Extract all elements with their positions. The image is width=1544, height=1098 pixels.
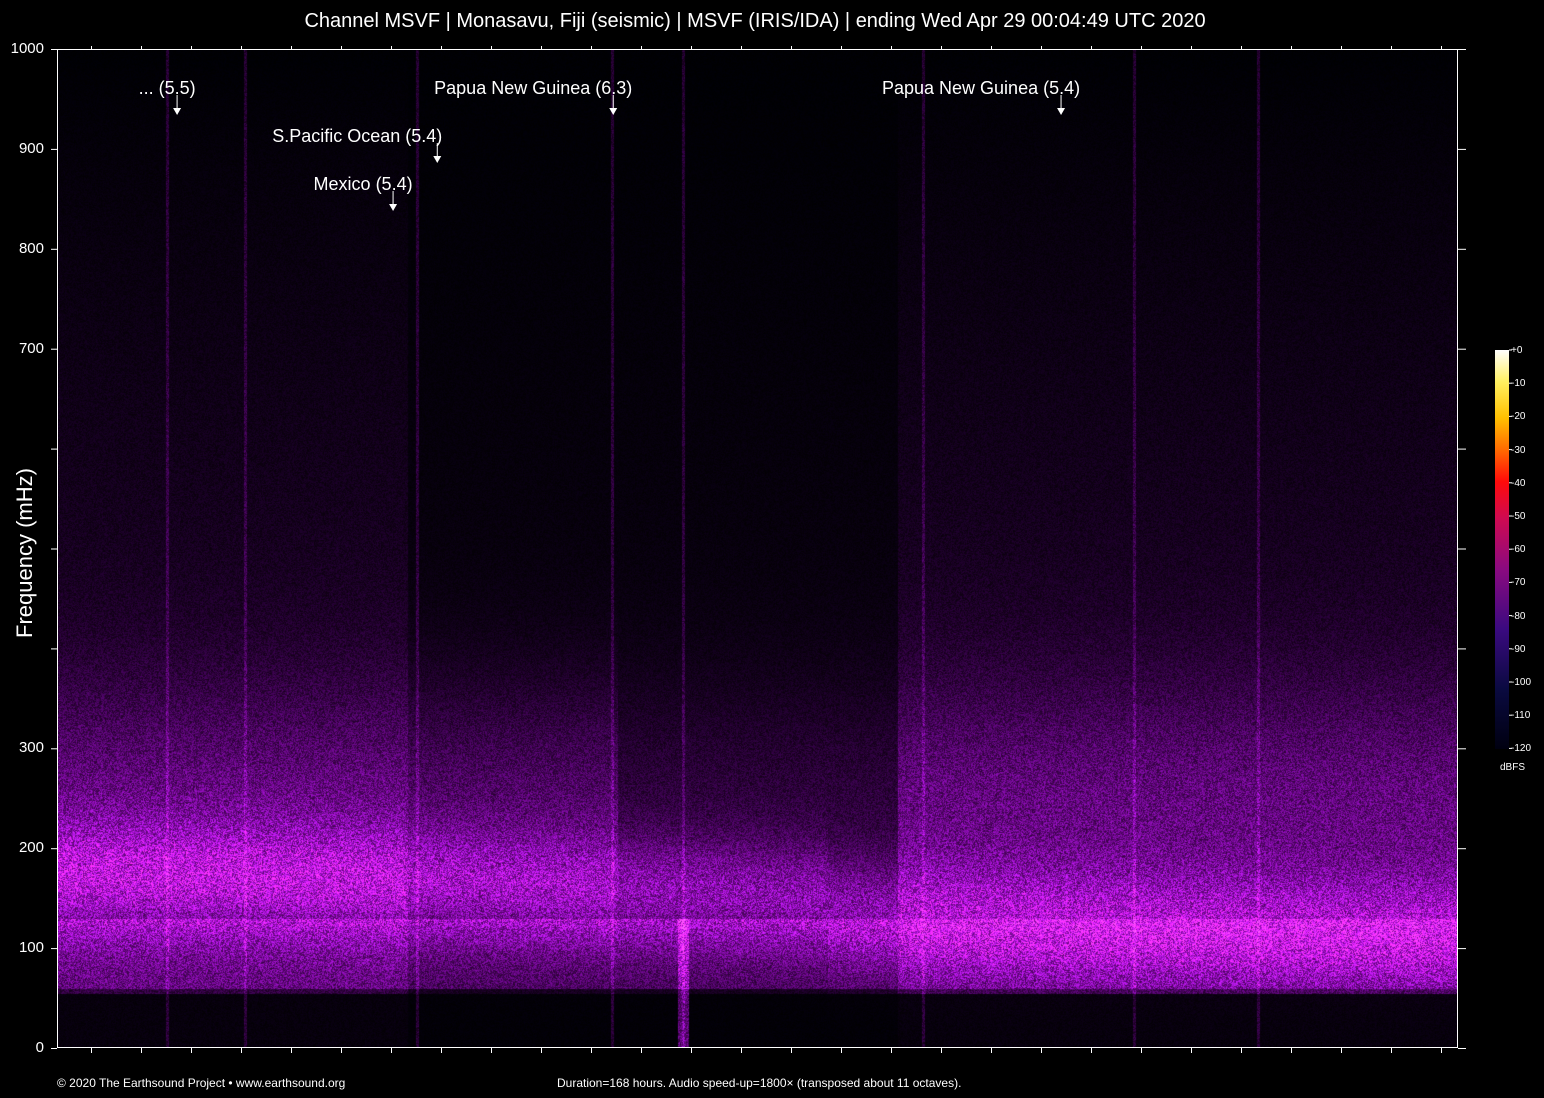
y-tick-label: 300: [4, 739, 44, 756]
colorbar-tick-label: -70: [1511, 577, 1525, 588]
event-label: Mexico (5.4): [314, 174, 413, 195]
y-tick-label: 0: [4, 1039, 44, 1056]
event-arrow-icon: [1057, 108, 1065, 115]
y-axis-label: Frequency (mHz): [12, 468, 38, 638]
colorbar-tick-label: -30: [1511, 445, 1525, 456]
colorbar-tick-label: -120: [1511, 743, 1531, 754]
colorbar-tick-label: -80: [1511, 611, 1525, 622]
colorbar-tick-label: -50: [1511, 511, 1525, 522]
event-label: S.Pacific Ocean (5.4): [272, 126, 442, 147]
event-arrow-icon: [609, 108, 617, 115]
colorbar-tick-label: -60: [1511, 544, 1525, 555]
colorbar-tick-label: -10: [1511, 378, 1525, 389]
event-label: ... (5.5): [139, 78, 196, 99]
colorbar: [1495, 350, 1509, 749]
axes: [0, 0, 1544, 1098]
y-tick-label: 1000: [4, 40, 44, 57]
y-tick-label: 200: [4, 839, 44, 856]
y-tick-label: 800: [4, 240, 44, 257]
colorbar-tick-label: -90: [1511, 644, 1525, 655]
event-arrow-icon: [433, 156, 441, 163]
event-arrow-icon: [173, 108, 181, 115]
colorbar-tick-label: -110: [1511, 710, 1530, 721]
y-tick-label: 700: [4, 340, 44, 357]
y-tick-label: 900: [4, 140, 44, 157]
footer-copyright: © 2020 The Earthsound Project • www.eart…: [57, 1076, 345, 1090]
colorbar-tick-label: -20: [1511, 411, 1525, 422]
colorbar-tick-label: +0: [1511, 345, 1522, 356]
y-tick-label: 100: [4, 939, 44, 956]
event-arrow-icon: [389, 204, 397, 211]
event-label: Papua New Guinea (6.3): [434, 78, 632, 99]
colorbar-unit: dBFS: [1500, 762, 1525, 773]
colorbar-tick-label: -100: [1511, 677, 1531, 688]
footer-info: Duration=168 hours. Audio speed-up=1800×…: [557, 1076, 961, 1090]
colorbar-tick-label: -40: [1511, 478, 1525, 489]
event-label: Papua New Guinea (5.4): [882, 78, 1080, 99]
